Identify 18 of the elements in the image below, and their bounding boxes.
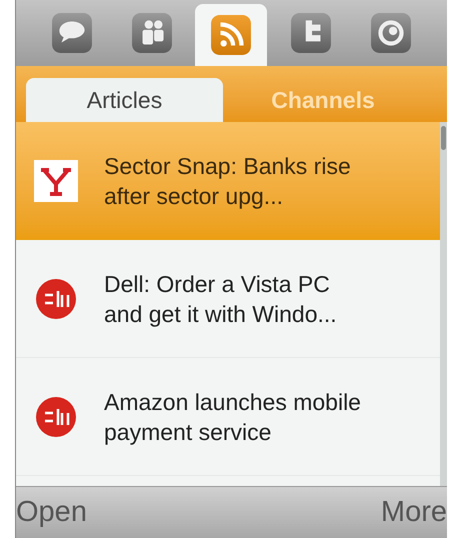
fork-logo-icon [34, 160, 78, 202]
tab[interactable]: Articles [26, 78, 223, 122]
article-title: Dell: Order a Vista PC and get it with Windo... [104, 270, 338, 328]
rss-feed-icon[interactable] [210, 14, 252, 56]
hook-shape-icon[interactable] [290, 12, 332, 54]
speech-bubble-icon[interactable] [50, 12, 93, 54]
round-logo-icon [34, 394, 78, 438]
article-row[interactable]: Amazon launches mobile payment service [16, 358, 440, 476]
people-icon[interactable] [130, 12, 173, 54]
open-softkey[interactable]: Open [16, 498, 87, 527]
article-row[interactable]: Dell: Order a Vista PC and get it with Windo... [16, 240, 440, 358]
more-softkey[interactable]: More [380, 498, 447, 527]
round-logo-icon [34, 276, 78, 320]
article-title: Amazon launches mobile payment service [104, 388, 362, 446]
scrollbar[interactable] [440, 122, 447, 486]
article-title: Sector Snap: Banks rise after sector upg... [104, 152, 352, 211]
article-row[interactable]: Sector Snap: Banks rise after sector upg... [16, 122, 440, 240]
ring-icon[interactable] [370, 12, 412, 54]
